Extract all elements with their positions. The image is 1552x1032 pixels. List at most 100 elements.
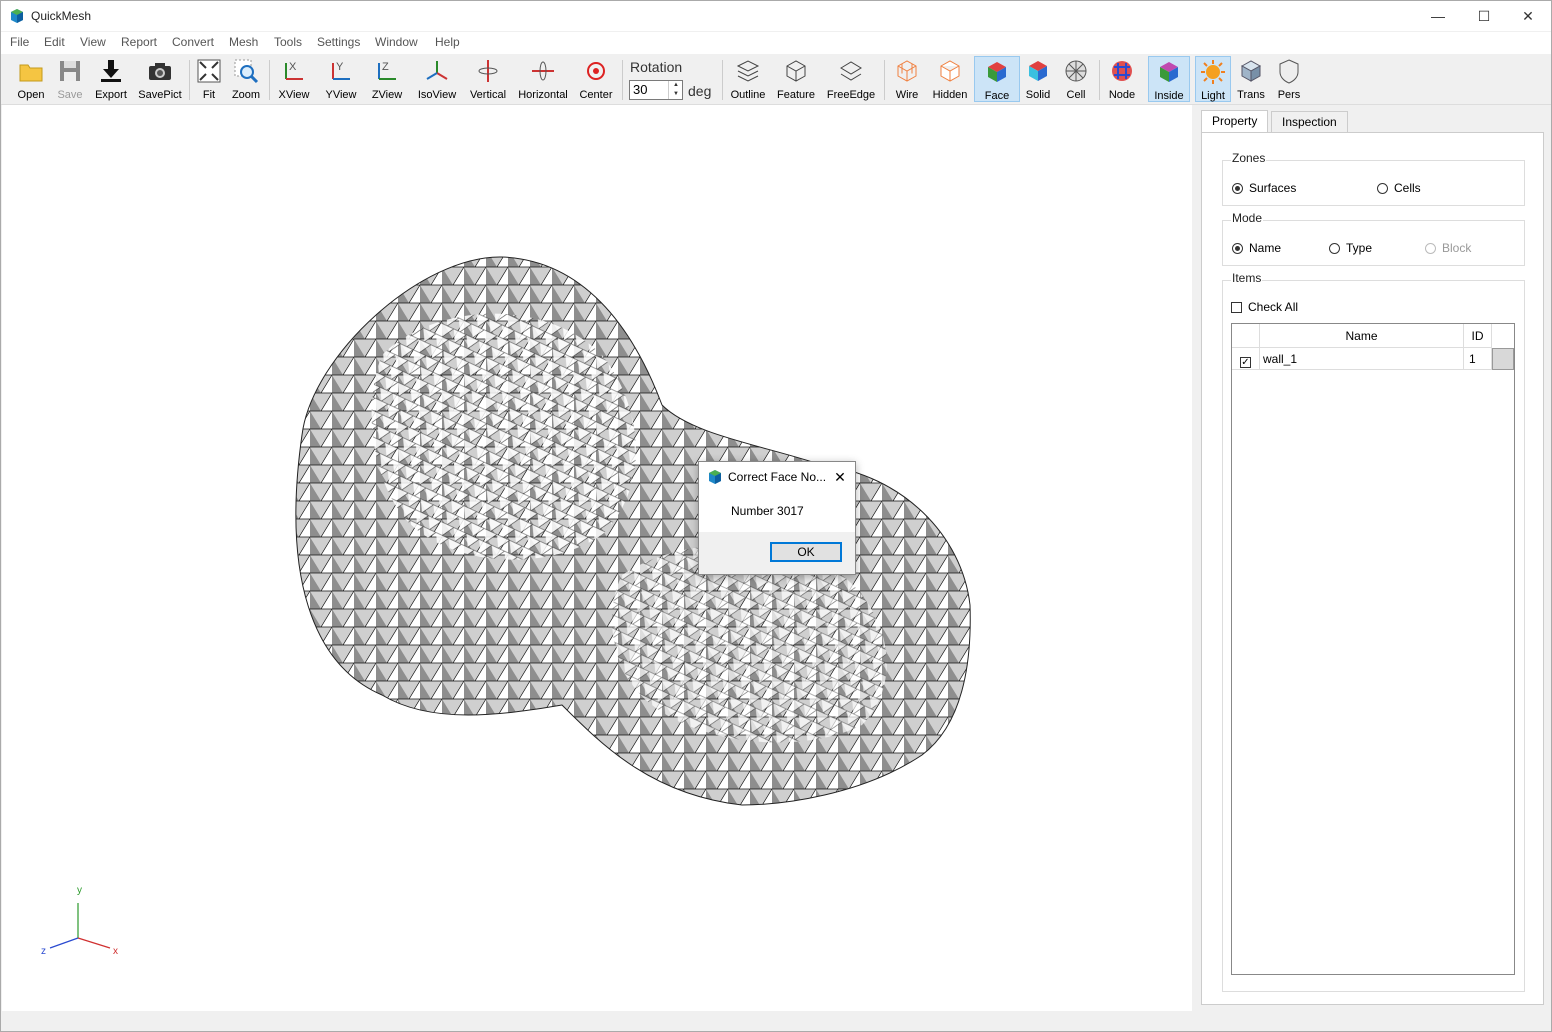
panel-tabs: Property Inspection — [1201, 110, 1545, 133]
download-arrow-icon — [101, 60, 121, 82]
dialog-title-bar: Correct Face No... ✕ — [699, 462, 855, 492]
freeedge-button[interactable]: FreeEdge — [824, 56, 878, 102]
maximize-button[interactable]: ☐ — [1461, 1, 1507, 31]
tab-property[interactable]: Property — [1201, 110, 1269, 132]
sun-icon — [1201, 60, 1225, 84]
property-panel: Property Inspection Zones Surfaces Cells… — [1201, 110, 1545, 1005]
z-axis-view-icon: Z — [378, 61, 396, 80]
trans-button[interactable]: Trans — [1234, 56, 1268, 102]
feature-button[interactable]: Feature — [775, 56, 817, 102]
table-cell-name[interactable]: wall_1 — [1260, 348, 1464, 370]
toolbar-separator — [884, 60, 885, 100]
inside-button[interactable]: Inside — [1148, 56, 1190, 102]
transparent-cube-icon — [1240, 60, 1262, 82]
mode-type-radio[interactable]: Type — [1329, 241, 1372, 255]
save-button[interactable]: Save — [53, 56, 87, 102]
minimize-button[interactable]: — — [1415, 1, 1461, 31]
dialog-title: Correct Face No... — [728, 470, 827, 484]
items-table: Name ID ✓ wall_1 1 — [1231, 323, 1515, 975]
menu-view[interactable]: View — [80, 35, 106, 49]
folder-icon — [19, 64, 43, 82]
rotation-stepper[interactable]: ▲ ▼ — [668, 81, 683, 99]
zones-group: Zones Surfaces Cells — [1222, 151, 1525, 206]
svg-text:Z: Z — [382, 61, 389, 73]
floppy-disk-icon — [60, 61, 80, 81]
ok-button[interactable]: OK — [770, 542, 842, 562]
table-row-button[interactable] — [1492, 348, 1514, 370]
mesh-object — [295, 256, 971, 806]
face-button[interactable]: Face — [974, 56, 1020, 102]
dialog-message: Number 3017 — [731, 504, 804, 518]
dialog-close-button[interactable]: ✕ — [825, 462, 855, 492]
mode-block-radio[interactable]: Block — [1425, 241, 1471, 255]
menu-settings[interactable]: Settings — [317, 35, 360, 49]
zoom-button[interactable]: Zoom — [229, 56, 263, 102]
rotation-unit: deg — [688, 83, 712, 99]
menu-convert[interactable]: Convert — [172, 35, 214, 49]
table-header-name[interactable]: Name — [1260, 324, 1464, 348]
app-window: QuickMesh — ☐ ✕ File Edit View Report Co… — [0, 0, 1552, 1032]
zones-cells-radio[interactable]: Cells — [1377, 181, 1421, 195]
pers-button[interactable]: Pers — [1273, 56, 1305, 102]
xview-button[interactable]: X XView — [275, 56, 313, 102]
table-header-check — [1232, 324, 1260, 348]
toolbar-separator — [189, 60, 190, 100]
rotation-label: Rotation — [630, 59, 683, 75]
checkmark-icon: ✓ — [1240, 357, 1251, 368]
mesh-render — [295, 256, 971, 806]
zones-surfaces-radio[interactable]: Surfaces — [1232, 181, 1296, 195]
table-header-id[interactable]: ID — [1464, 324, 1492, 348]
export-button[interactable]: Export — [92, 56, 130, 102]
horizontal-button[interactable]: Horizontal — [516, 56, 570, 102]
menu-help[interactable]: Help — [435, 35, 460, 49]
cell-button[interactable]: Cell — [1061, 56, 1091, 102]
magnifier-icon — [234, 59, 259, 84]
savepict-button[interactable]: SavePict — [137, 56, 183, 102]
property-tab-page: Zones Surfaces Cells Mode Name Type Bloc… — [1201, 132, 1544, 1005]
horizontal-rotate-icon — [532, 61, 554, 81]
open-button[interactable]: Open — [13, 56, 49, 102]
center-button[interactable]: Center — [577, 56, 615, 102]
isoview-button[interactable]: IsoView — [414, 56, 460, 102]
menu-mesh[interactable]: Mesh — [229, 35, 258, 49]
free-edge-icon — [840, 61, 862, 81]
window-title: QuickMesh — [31, 9, 92, 23]
dialog-body: Number 3017 — [699, 492, 855, 532]
mode-title: Mode — [1231, 211, 1264, 225]
hidden-button[interactable]: Hidden — [930, 56, 970, 102]
status-bar — [1, 1012, 1551, 1031]
fit-button[interactable]: Fit — [195, 56, 223, 102]
node-button[interactable]: Node — [1105, 56, 1139, 102]
zview-button[interactable]: Z ZView — [368, 56, 406, 102]
y-axis-view-icon: Y — [332, 61, 350, 80]
menu-report[interactable]: Report — [121, 35, 157, 49]
table-cell-id[interactable]: 1 — [1464, 348, 1492, 370]
menu-tools[interactable]: Tools — [274, 35, 302, 49]
yview-button[interactable]: Y YView — [322, 56, 360, 102]
light-button[interactable]: Light — [1195, 56, 1231, 102]
wire-button[interactable]: Wire — [890, 56, 924, 102]
mesh-viewport[interactable]: y x z — [2, 105, 1192, 1011]
tab-inspection[interactable]: Inspection — [1271, 111, 1348, 132]
menu-bar: File Edit View Report Convert Mesh Tools… — [1, 32, 1551, 54]
axis-z-label: z — [41, 946, 46, 957]
x-axis-view-icon: X — [285, 61, 303, 80]
shield-icon — [1279, 59, 1299, 84]
menu-window[interactable]: Window — [375, 35, 418, 49]
mode-name-radio[interactable]: Name — [1232, 241, 1281, 255]
toolbar-separator — [1099, 60, 1100, 100]
menu-file[interactable]: File — [10, 35, 29, 49]
menu-edit[interactable]: Edit — [44, 35, 65, 49]
title-bar: QuickMesh — ☐ ✕ — [1, 1, 1551, 31]
iso-axes-icon — [426, 61, 448, 80]
face-cube-icon — [988, 62, 1006, 82]
app-logo-icon — [11, 9, 23, 23]
outline-stack-icon — [736, 60, 760, 82]
svg-text:X: X — [289, 61, 297, 73]
vertical-button[interactable]: Vertical — [467, 56, 509, 102]
check-all-checkbox[interactable]: Check All — [1231, 300, 1298, 314]
table-row-checkbox[interactable]: ✓ — [1232, 348, 1260, 370]
solid-button[interactable]: Solid — [1023, 56, 1053, 102]
close-button[interactable]: ✕ — [1505, 1, 1551, 31]
outline-button[interactable]: Outline — [728, 56, 768, 102]
